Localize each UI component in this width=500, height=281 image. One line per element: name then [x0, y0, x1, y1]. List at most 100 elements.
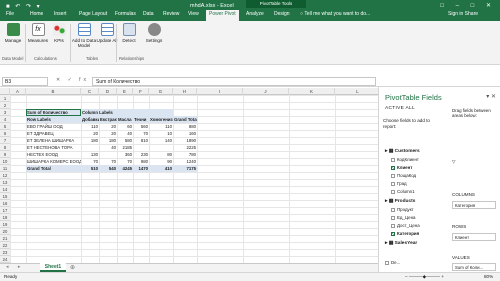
pivot-value-cell[interactable]: 560 — [133, 123, 149, 130]
row-header-6[interactable]: 6 — [0, 130, 10, 137]
row-header-23[interactable]: 23 — [0, 249, 10, 256]
tab-data[interactable]: Data — [143, 11, 154, 17]
settings-button[interactable]: Settings — [142, 23, 166, 43]
field-item[interactable]: Град — [391, 181, 407, 186]
field-item[interactable]: Клиент — [391, 165, 412, 170]
column-header-j[interactable]: J — [243, 88, 289, 95]
pivot-value-cell[interactable]: 40 — [117, 130, 133, 137]
tab-design[interactable]: Design — [274, 11, 290, 17]
sign-in-share[interactable]: Sign in Share — [448, 11, 478, 17]
field-item[interactable]: ПощаКод — [391, 173, 416, 178]
tab-analyze[interactable]: Analyze — [246, 11, 264, 17]
field-checkbox[interactable] — [391, 231, 395, 236]
kpis-button[interactable]: KPIs — [47, 23, 71, 43]
tab-page-layout[interactable]: Page Layout — [79, 11, 107, 17]
row-header-9[interactable]: 9 — [0, 151, 10, 158]
add-to-data-model-button[interactable]: Add to Data Model — [71, 23, 97, 48]
formula-input[interactable]: Sum of Количество — [92, 77, 376, 86]
tab-file[interactable]: File — [6, 11, 14, 17]
column-header-k[interactable]: K — [289, 88, 335, 95]
row-header-17[interactable]: 17 — [0, 207, 10, 214]
pivot-value-cell[interactable]: 70 — [133, 130, 149, 137]
field-item[interactable]: Дост_Цена — [391, 223, 420, 228]
field-item[interactable]: Категория — [391, 231, 419, 236]
pivot-value-cell[interactable]: 2185 — [117, 144, 133, 151]
pivot-value-cell[interactable]: 880 — [173, 123, 197, 130]
row-header-16[interactable]: 16 — [0, 200, 10, 207]
column-header-f[interactable]: F — [133, 88, 149, 95]
pivot-row-labels[interactable]: Row Labels — [26, 116, 81, 123]
column-header-e[interactable]: E — [117, 88, 133, 95]
pivot-column-header[interactable]: Хомогениз — [149, 116, 173, 123]
detect-button[interactable]: Detect — [117, 23, 141, 43]
tab-power-pivot[interactable]: Power Pivot — [206, 10, 239, 21]
row-header-10[interactable]: 10 — [0, 158, 10, 165]
column-header-g[interactable]: G — [149, 88, 173, 95]
pivot-value-cell[interactable]: 160 — [173, 130, 197, 137]
columns-area-field[interactable]: Категория — [452, 201, 496, 209]
row-header-1[interactable]: 1 — [0, 95, 10, 102]
pivot-grand-total-cell[interactable]: 4245 — [117, 165, 133, 172]
row-header-3[interactable]: 3 — [0, 109, 10, 116]
row-header-11[interactable]: 11 — [0, 165, 10, 172]
pivot-value-cell[interactable]: 20 — [99, 130, 117, 137]
row-header-4[interactable]: 4 — [0, 116, 10, 123]
row-header-2[interactable]: 2 — [0, 102, 10, 109]
pivot-value-cell[interactable]: 1890 — [173, 137, 197, 144]
name-box[interactable]: B3 — [2, 77, 48, 86]
field-table-salesyear[interactable]: ▸ ▦ SalesYear — [385, 241, 417, 246]
pivot-value-cell[interactable]: 580 — [117, 137, 133, 144]
pivot-value-cell[interactable]: 10 — [149, 130, 173, 137]
field-checkbox[interactable] — [391, 165, 395, 170]
pivot-column-labels[interactable]: Column Labels — [81, 109, 173, 116]
pivot-value-cell[interactable]: 110 — [149, 123, 173, 130]
field-table-products[interactable]: ▸ ▦ Products — [385, 199, 415, 204]
pivot-column-header[interactable]: Течни — [133, 116, 149, 123]
field-checkbox[interactable] — [391, 173, 395, 178]
zoom-slider[interactable]: – ———◆——— + — [405, 273, 444, 281]
tell-me-search[interactable]: ○ Tell me what you want to do... — [300, 11, 370, 17]
field-checkbox[interactable] — [391, 181, 395, 186]
pivot-value-cell[interactable]: 2225 — [173, 144, 197, 151]
row-header-13[interactable]: 13 — [0, 179, 10, 186]
pivot-row-label[interactable]: ЕТ ЗЕЛЕНА ШИШАРКА — [26, 137, 81, 144]
select-all-corner[interactable] — [0, 88, 10, 95]
pivot-column-header[interactable]: Добавки — [81, 116, 99, 123]
pivot-value-cell[interactable] — [99, 151, 117, 158]
pivot-row-label[interactable]: ЕТ НЕСТЕНОВА ТОРА — [26, 144, 81, 151]
pivot-value-cell[interactable]: 810 — [133, 137, 149, 144]
formula-icons[interactable]: ✕ ✓ fx — [56, 77, 89, 83]
pivot-value-cell[interactable]: 130 — [81, 151, 99, 158]
pivot-value-cell[interactable]: 40 — [99, 144, 117, 151]
field-checkbox[interactable] — [391, 157, 395, 162]
sheet-tab-sheet1[interactable]: Sheet1 — [40, 263, 66, 272]
pivot-grand-total-label[interactable]: Grand Total — [26, 165, 81, 172]
field-checkbox[interactable] — [391, 189, 395, 194]
pivot-column-header[interactable]: Екстракти — [99, 116, 117, 123]
tab-view[interactable]: View — [188, 11, 199, 17]
column-header-c[interactable]: C — [81, 88, 99, 95]
pivot-grand-total-cell[interactable]: 510 — [81, 165, 99, 172]
column-header-h[interactable]: H — [173, 88, 197, 95]
column-header-b[interactable]: B — [26, 88, 81, 95]
window-controls[interactable]: □ – □ ✕ — [440, 2, 496, 9]
row-header-7[interactable]: 7 — [0, 137, 10, 144]
field-item[interactable]: Продукт — [391, 207, 414, 212]
row-header-8[interactable]: 8 — [0, 144, 10, 151]
pivot-value-cell[interactable]: 70 — [81, 158, 99, 165]
row-header-14[interactable]: 14 — [0, 186, 10, 193]
field-item[interactable]: Column1 — [391, 189, 415, 194]
pivot-value-cell[interactable]: 20 — [99, 123, 117, 130]
pivot-value-cell[interactable]: 20 — [81, 130, 99, 137]
manage-button[interactable]: Manage — [1, 23, 25, 43]
pivot-value-cell[interactable] — [81, 144, 99, 151]
tab-home[interactable]: Home — [30, 11, 43, 17]
pivot-value-cell[interactable] — [133, 144, 149, 151]
row-header-21[interactable]: 21 — [0, 235, 10, 242]
pivot-value-cell[interactable]: 80 — [149, 151, 173, 158]
pivot-value-cell[interactable]: 140 — [149, 137, 173, 144]
field-item[interactable]: КодКлиент — [391, 157, 419, 162]
pivot-row-label[interactable]: ЕТ ЗДРАВЕЦ — [26, 130, 81, 137]
field-item[interactable]: Ед_Цена — [391, 215, 416, 220]
field-table-customers[interactable]: ▸ ▦ Customers — [385, 149, 420, 154]
